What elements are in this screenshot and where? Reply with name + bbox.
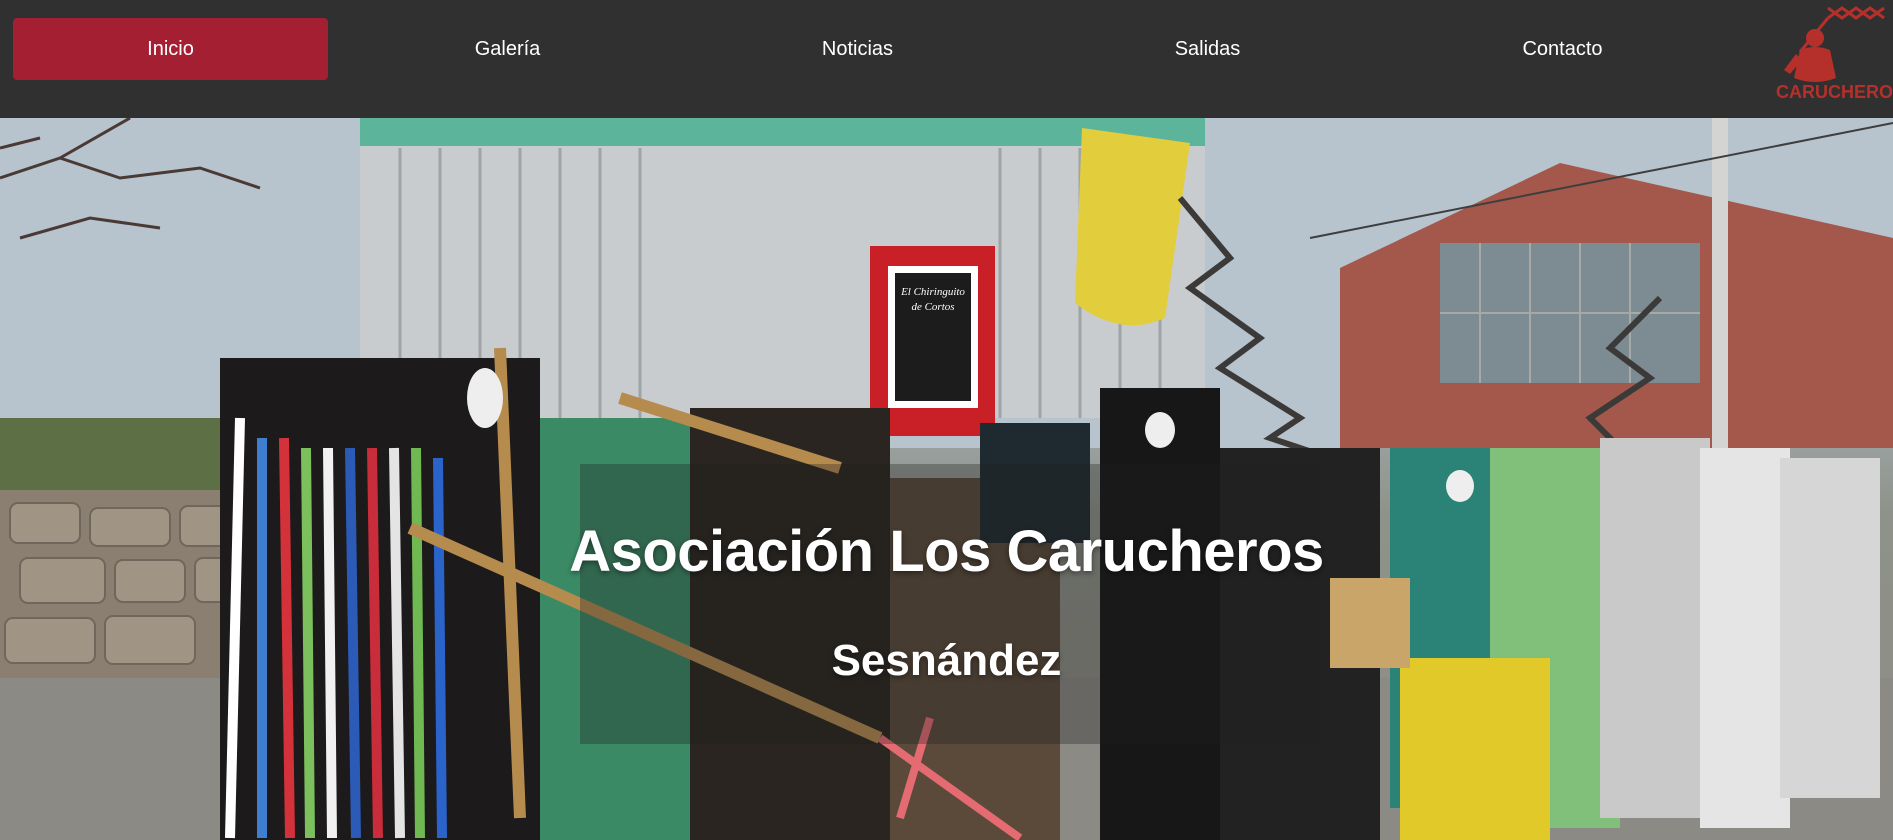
poster-text-2: de Cortos (911, 301, 954, 313)
page-subtitle: Sesnández (831, 636, 1062, 685)
nav-item-contacto[interactable]: Contacto (1405, 18, 1720, 80)
top-navbar: Inicio Galería Noticias Salidas Contacto… (0, 0, 1893, 118)
title-overlay (580, 464, 1320, 744)
nav-item-galeria[interactable]: Galería (350, 18, 665, 80)
logo-text: CARUCHEROS (1776, 82, 1893, 102)
page-title: Asociación Los Carucheros (569, 519, 1324, 584)
nav-item-salidas[interactable]: Salidas (1050, 18, 1365, 80)
nav-item-inicio[interactable]: Inicio (13, 18, 328, 80)
carucheros-logo[interactable]: CARUCHEROS (1770, 0, 1893, 110)
hero-banner: El Chiringuito de Cortos Asociación Los … (0, 118, 1893, 840)
nav-item-noticias[interactable]: Noticias (700, 18, 1015, 80)
poster-text-1: El Chiringuito (900, 286, 965, 298)
